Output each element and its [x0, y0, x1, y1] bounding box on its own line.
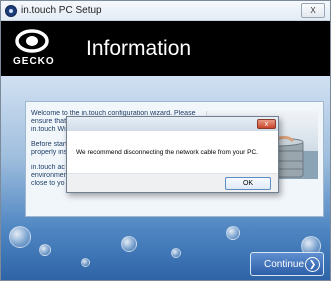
water-bubble — [171, 248, 181, 258]
window-titlebar[interactable]: in.touch PC Setup X — [1, 1, 330, 21]
welcome-text-line: Before start — [31, 141, 68, 148]
welcome-text-line: environmen — [31, 172, 68, 179]
continue-button[interactable]: Continue ❯ — [250, 252, 324, 276]
window-close-button[interactable]: X — [301, 3, 325, 18]
window-title: in.touch PC Setup — [21, 5, 102, 16]
gecko-app-icon — [5, 5, 17, 17]
arrow-right-circle-icon: ❯ — [305, 257, 320, 272]
welcome-text-line: ensure that — [31, 118, 67, 125]
page-title: Information — [86, 37, 192, 60]
info-dialog: x We recommend disconnecting the network… — [66, 116, 279, 193]
welcome-text-line: in.touch Wi — [31, 126, 66, 133]
water-bubble — [226, 226, 240, 240]
dialog-message: We recommend disconnecting the network c… — [76, 149, 258, 156]
water-bubble — [81, 258, 90, 267]
continue-label: Continue — [264, 259, 305, 270]
gecko-logo-icon — [15, 29, 49, 53]
setup-window: in.touch PC Setup X GECKO Information We… — [0, 0, 331, 281]
welcome-text-line: close to yo — [31, 180, 65, 187]
ok-button-label: OK — [242, 180, 254, 187]
logo-wordmark: GECKO — [13, 56, 55, 67]
dialog-titlebar[interactable]: x — [67, 117, 278, 131]
ok-button[interactable]: OK — [225, 177, 271, 190]
close-icon: x — [264, 121, 269, 128]
welcome-text-line: properly ins — [31, 149, 68, 156]
header-banner: GECKO Information — [1, 21, 330, 76]
dialog-close-button[interactable]: x — [257, 119, 276, 129]
welcome-text-line: in.touch ac — [31, 164, 65, 171]
water-bubble — [39, 244, 51, 256]
water-bubble — [9, 226, 31, 248]
dialog-footer: OK — [67, 173, 278, 192]
close-icon: X — [310, 6, 316, 15]
water-bubble — [121, 236, 137, 252]
arrow-glyph: ❯ — [308, 259, 317, 269]
